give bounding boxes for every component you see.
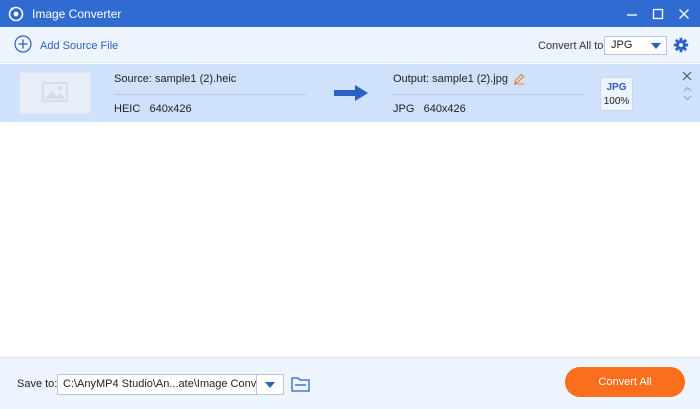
gear-icon[interactable] [673,37,689,53]
output-divider [393,94,585,95]
source-file-info: HEIC 640x426 [114,103,192,115]
toolbar: Add Source File Convert All to: JPG [0,27,700,63]
convert-all-button[interactable]: Convert All [565,367,685,397]
save-path-dropdown-button[interactable] [257,374,284,395]
badge-quality: 100% [603,96,630,107]
source-file-name: Source: sample1 (2).heic [114,73,237,85]
output-file-name: Output: sample1 (2).jpg [393,73,508,85]
convert-all-format-value: JPG [611,39,633,51]
chevron-down-icon[interactable] [683,92,692,101]
folder-icon[interactable] [291,376,310,392]
add-source-file-button[interactable]: Add Source File [14,35,118,56]
save-path-field[interactable]: C:\AnyMP4 Studio\An...ate\Image Converte… [57,374,257,395]
convert-all-to-label: Convert All to: [538,40,607,52]
plus-circle-icon [14,35,32,56]
file-thumbnail [19,72,91,114]
close-window-button[interactable] [669,0,699,27]
chevron-down-icon [651,43,661,49]
arrow-right-icon [333,84,369,102]
output-file-name-group: Output: sample1 (2).jpg [393,73,525,85]
badge-format: JPG [606,82,627,93]
window-title: Image Converter [32,6,122,21]
output-file-info: JPG 640x426 [393,103,466,115]
source-resolution: 640x426 [149,103,192,115]
chevron-up-icon[interactable] [683,83,692,92]
convert-all-format-select[interactable]: JPG [604,36,667,55]
app-logo-icon [8,6,24,22]
output-resolution: 640x426 [423,103,466,115]
image-placeholder-icon [42,81,68,105]
source-divider [114,94,306,95]
output-format-badge[interactable]: JPG 100% [600,77,633,111]
output-format: JPG [393,103,415,115]
footer: Save to: C:\AnyMP4 Studio\An...ate\Image… [0,357,700,409]
close-icon[interactable] [682,71,692,81]
title-bar: Image Converter [0,0,700,27]
source-format: HEIC [114,103,141,115]
add-source-file-label: Add Source File [40,39,119,52]
chevron-down-icon [265,382,275,388]
save-to-label: Save to: [17,378,58,390]
pencil-icon[interactable] [513,73,525,85]
file-list-item[interactable]: Source: sample1 (2).heic HEIC 640x426 Ou… [0,64,700,122]
